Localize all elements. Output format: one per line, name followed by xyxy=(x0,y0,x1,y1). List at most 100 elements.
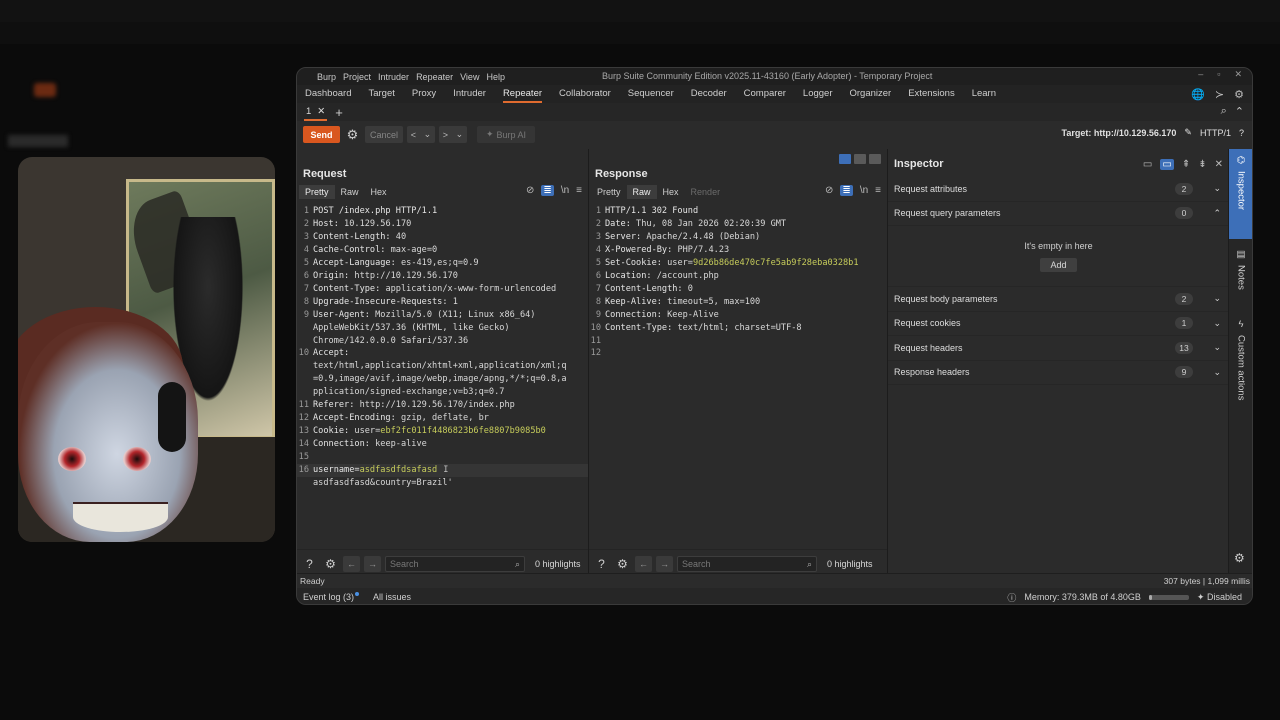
menu-icon[interactable]: ≡ xyxy=(875,185,881,196)
chevron-down-icon[interactable]: ⌄ xyxy=(1213,367,1221,378)
menu-icon[interactable]: ≡ xyxy=(576,185,582,196)
request-search-input[interactable]: Search ⌕ xyxy=(385,555,525,572)
all-issues-link[interactable]: All issues xyxy=(373,592,411,602)
menu-help[interactable]: Help xyxy=(486,72,505,82)
collapse-icon[interactable]: ⇟ xyxy=(1198,159,1206,170)
send-button[interactable]: Send xyxy=(303,126,340,143)
tab-organizer[interactable]: Organizer xyxy=(850,85,901,103)
repeater-tab-1[interactable]: 1 ✕ xyxy=(304,103,328,121)
header-value: user= xyxy=(354,426,381,437)
background-title xyxy=(8,135,68,147)
globe-icon[interactable]: 🌐 xyxy=(1191,88,1205,101)
response-view-hex[interactable]: Hex xyxy=(657,185,685,199)
close-window-button[interactable]: ✕ xyxy=(1234,69,1242,80)
close-inspector-icon[interactable]: ✕ xyxy=(1215,159,1223,170)
request-view-hex[interactable]: Hex xyxy=(365,185,393,199)
tab-dashboard[interactable]: Dashboard xyxy=(305,85,360,103)
line-text: Server: Apache/2.4.48 (Debian) xyxy=(605,231,760,244)
sidebar-settings-gear-icon[interactable]: ⚙ xyxy=(1234,551,1245,565)
newline-icon[interactable]: \n xyxy=(561,185,569,196)
inspector-row-request-cookies[interactable]: Request cookies 1 ⌄ xyxy=(888,312,1229,336)
cancel-button[interactable]: Cancel xyxy=(365,126,403,143)
forward-dropdown-icon[interactable]: ⌄ xyxy=(456,129,464,140)
tab-learn[interactable]: Learn xyxy=(972,85,1005,103)
menu-burp[interactable]: Burp xyxy=(317,72,336,82)
wrap-lines-icon[interactable]: ≣ xyxy=(840,185,853,196)
layout-top-bottom-icon[interactable] xyxy=(854,154,866,164)
add-tab-button[interactable]: + xyxy=(335,105,343,120)
help-circle-icon[interactable]: ? xyxy=(301,557,318,571)
response-search-input[interactable]: Search ⌕ xyxy=(677,555,817,572)
search-icon[interactable]: ⌕ xyxy=(1221,105,1227,118)
tab-comparer[interactable]: Comparer xyxy=(744,85,795,103)
burp-ai-button[interactable]: ✦ Burp AI xyxy=(477,126,535,143)
tab-sequencer[interactable]: Sequencer xyxy=(628,85,683,103)
edit-target-pencil-icon[interactable]: ✎ xyxy=(1184,127,1192,138)
chevron-down-icon[interactable]: ⌄ xyxy=(1213,318,1221,329)
request-editor[interactable]: 1 POST /index.php HTTP/1.1 2 Host: 10.129.5… xyxy=(297,200,588,490)
request-view-raw[interactable]: Raw xyxy=(335,185,365,199)
sidebar-tab-custom-actions[interactable]: ϟ Custom actions xyxy=(1229,319,1252,429)
ai-disabled-toggle[interactable]: ✦ Disabled xyxy=(1197,592,1242,603)
eye-off-icon[interactable]: ⊘ xyxy=(825,185,833,196)
menu-view[interactable]: View xyxy=(460,72,479,82)
next-match-icon[interactable]: → xyxy=(364,555,381,572)
request-view-pretty[interactable]: Pretty xyxy=(299,185,335,199)
tab-target[interactable]: Target xyxy=(368,85,403,103)
tab-logger[interactable]: Logger xyxy=(803,85,842,103)
next-match-icon[interactable]: → xyxy=(656,555,673,572)
inspector-row-request-headers[interactable]: Request headers 13 ⌄ xyxy=(888,336,1229,361)
line-text: Set-Cookie: user=9d26b86de470c7fe5ab9f28… xyxy=(605,257,859,270)
response-view-pretty[interactable]: Pretty xyxy=(591,185,627,199)
response-view-render[interactable]: Render xyxy=(685,185,727,199)
maximize-button[interactable]: ▫ xyxy=(1217,69,1220,80)
chevron-down-icon[interactable]: ⌄ xyxy=(1213,183,1221,194)
response-view-raw[interactable]: Raw xyxy=(626,185,657,199)
search-settings-gear-icon[interactable]: ⚙ xyxy=(614,557,631,571)
chevron-up-icon[interactable]: ⌃ xyxy=(1213,208,1221,219)
wrap-lines-icon[interactable]: ≣ xyxy=(541,185,554,196)
sidebar-tab-inspector[interactable]: ⌬ Inspector xyxy=(1229,149,1252,239)
previous-match-icon[interactable]: ← xyxy=(343,555,360,572)
help-circle-icon[interactable]: ? xyxy=(593,557,610,571)
back-button[interactable]: < ⌄ xyxy=(407,126,435,143)
terminal-icon[interactable]: ≻ xyxy=(1215,88,1224,101)
layout-tabs-icon[interactable] xyxy=(869,154,881,164)
menu-project[interactable]: Project xyxy=(343,72,371,82)
add-parameter-button[interactable]: Add xyxy=(1040,257,1077,272)
chevron-down-icon[interactable]: ⌄ xyxy=(1213,342,1221,353)
settings-gear-icon[interactable]: ⚙ xyxy=(1234,88,1244,101)
tab-repeater[interactable]: Repeater xyxy=(502,85,551,103)
previous-match-icon[interactable]: ← xyxy=(635,555,652,572)
inspector-row-request-attributes[interactable]: Request attributes 2 ⌄ xyxy=(888,177,1229,202)
close-tab-icon[interactable]: ✕ xyxy=(317,103,325,119)
chevron-down-icon[interactable]: ⌄ xyxy=(1213,293,1221,304)
sidebar-tab-notes[interactable]: ▤ Notes xyxy=(1229,249,1252,309)
inspector-row-response-headers[interactable]: Response headers 9 ⌄ xyxy=(888,361,1229,385)
inspector-row-request-body-parameters[interactable]: Request body parameters 2 ⌄ xyxy=(888,287,1229,312)
newline-icon[interactable]: \n xyxy=(860,185,868,196)
expand-icon[interactable]: ⇞ xyxy=(1182,159,1190,170)
response-editor[interactable]: 1 HTTP/1.1 302 Found 2 Date: Thu, 08 Jan 20… xyxy=(589,200,887,360)
tab-proxy[interactable]: Proxy xyxy=(412,85,445,103)
search-settings-gear-icon[interactable]: ⚙ xyxy=(322,557,339,571)
inspector-row-request-query-parameters[interactable]: Request query parameters 0 ⌃ xyxy=(888,202,1229,226)
minimize-button[interactable]: – xyxy=(1198,69,1203,80)
eye-off-icon[interactable]: ⊘ xyxy=(526,185,534,196)
tab-decoder[interactable]: Decoder xyxy=(691,85,736,103)
event-log-link[interactable]: Event log (3) xyxy=(303,592,360,602)
back-dropdown-icon[interactable]: ⌄ xyxy=(424,129,432,140)
tab-extensions[interactable]: Extensions xyxy=(908,85,963,103)
help-icon[interactable]: ? xyxy=(1239,128,1244,138)
forward-button[interactable]: > ⌄ xyxy=(439,126,467,143)
menu-intruder[interactable]: Intruder xyxy=(378,72,409,82)
tab-collaborator[interactable]: Collaborator xyxy=(559,85,620,103)
tab-intruder[interactable]: Intruder xyxy=(453,85,495,103)
chevron-up-icon[interactable]: ⌃ xyxy=(1235,105,1244,118)
send-settings-gear-icon[interactable]: ⚙ xyxy=(344,127,361,143)
protocol-label[interactable]: HTTP/1 xyxy=(1200,128,1231,138)
menu-repeater[interactable]: Repeater xyxy=(416,72,453,82)
layout-side-by-side-icon[interactable] xyxy=(839,154,851,164)
layout-panel-icon[interactable]: ▭ xyxy=(1160,158,1174,170)
layout-list-icon[interactable]: ▭ xyxy=(1143,159,1152,170)
